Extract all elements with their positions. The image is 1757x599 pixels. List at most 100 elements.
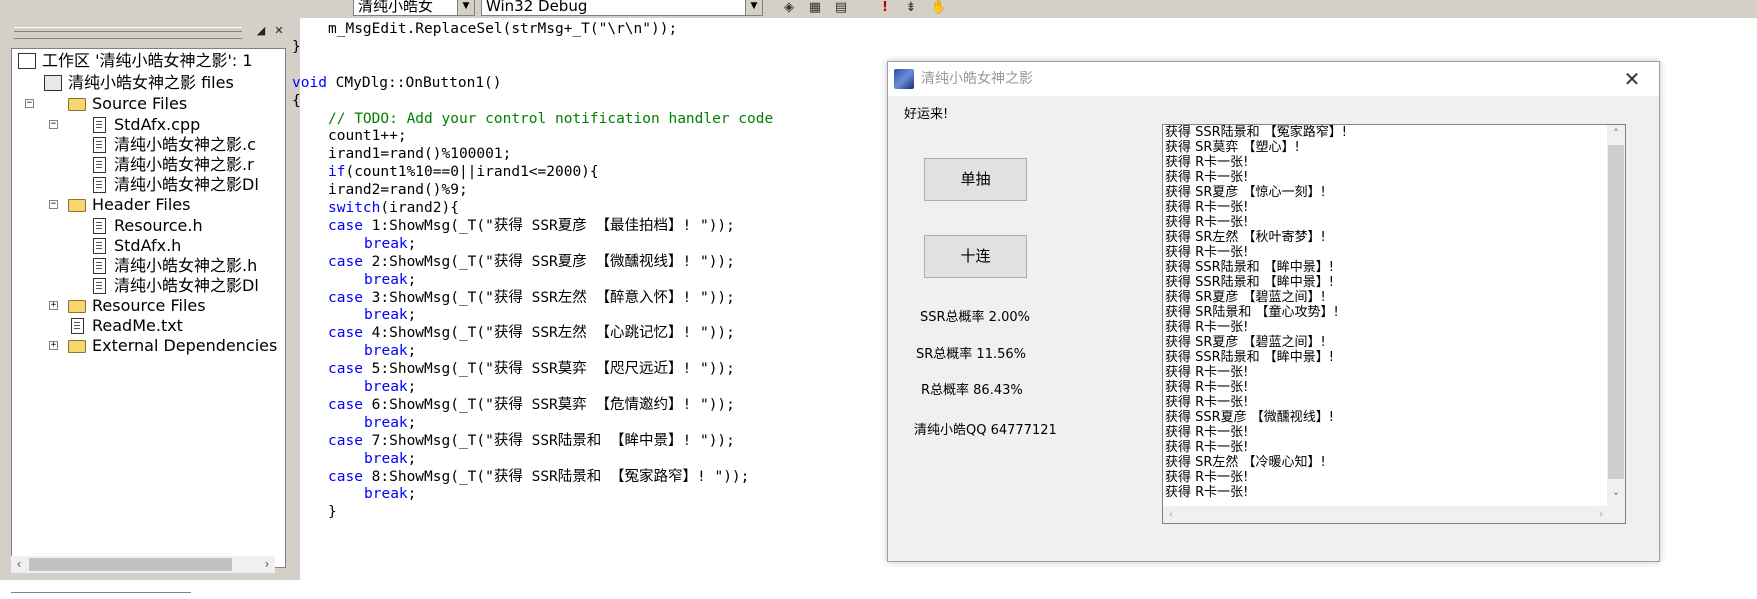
stop-build-icon[interactable]: ▤: [832, 0, 850, 16]
collapse-icon[interactable]: −: [49, 120, 58, 129]
code-text: ;: [407, 271, 417, 288]
file-icon: [93, 117, 106, 133]
close-icon[interactable]: ✕: [272, 24, 286, 38]
code-text: ;: [407, 343, 417, 360]
code-text: ;: [407, 379, 417, 395]
log-vertical-scrollbar[interactable]: ˄ ˅: [1607, 125, 1625, 507]
tree-label: 清纯小皓女神之影Dl: [114, 276, 259, 295]
panel-grip[interactable]: [14, 27, 242, 39]
code-line: case 2:ShowMsg(_T("获得 SSR夏彦 【微醺视线】! "));: [328, 253, 735, 271]
chevron-down-icon[interactable]: ˅: [1607, 489, 1625, 507]
sr-rate-label: SR总概率 11.56%: [916, 347, 1026, 362]
workspace-tabs[interactable]: [11, 592, 191, 599]
log-horizontal-scrollbar[interactable]: ‹ ›: [1163, 506, 1609, 523]
project-combo-value: 清纯小皓女: [358, 0, 434, 15]
code-keyword: break: [364, 307, 408, 324]
code-line: // TODO: Add your control notification h…: [328, 110, 773, 128]
code-keyword: break: [364, 379, 408, 395]
project-combo[interactable]: 清纯小皓女 ▼: [353, 0, 475, 16]
execute-icon[interactable]: !: [876, 0, 894, 16]
file-tree: 工作区 '清纯小皓女神之影': 1 − 清纯小皓女神之影 files − Sou…: [11, 48, 286, 568]
log-line: 获得 R卡一张!: [1165, 485, 1249, 500]
code-text: (count1%10==0||irand1<=2000){: [345, 164, 599, 181]
compile-icon[interactable]: ◈: [780, 0, 798, 16]
code-keyword: if: [328, 164, 346, 181]
code-line: irand1=rand()%100001;: [328, 145, 511, 163]
code-line: break;: [364, 342, 416, 360]
dock-icon[interactable]: ◢: [254, 24, 268, 38]
tree-label: ReadMe.txt: [92, 316, 183, 335]
tree-label: Resource Files: [92, 296, 206, 315]
scrollbar-thumb[interactable]: [29, 558, 232, 571]
chevron-left-icon[interactable]: ‹: [11, 556, 27, 573]
folder-icon: [68, 300, 86, 313]
chevron-right-icon[interactable]: ›: [259, 556, 275, 573]
dialog-titlebar[interactable]: 清纯小皓女神之影 ✕: [888, 62, 1659, 96]
code-keyword: case: [328, 325, 363, 342]
code-line: break;: [364, 378, 416, 396]
log-line: 获得 SR左然 【秋叶寄梦】!: [1165, 230, 1326, 245]
code-line: case 3:ShowMsg(_T("获得 SSR左然 【醉意入怀】! "));: [328, 289, 735, 307]
log-line: 获得 R卡一张!: [1165, 395, 1249, 410]
folder-icon: [68, 98, 86, 111]
build-icon[interactable]: ▦: [806, 0, 824, 16]
code-keyword: case: [328, 396, 363, 413]
code-text: }: [292, 38, 301, 55]
code-keyword: case: [328, 468, 363, 485]
code-keyword: case: [328, 217, 363, 234]
log-line: 获得 SR夏彦 【碧蓝之间】!: [1165, 290, 1326, 305]
tree-label: Source Files: [92, 94, 188, 113]
code-keyword: break: [364, 271, 408, 288]
code-text: {: [292, 92, 301, 109]
file-icon: [93, 278, 106, 294]
chevron-up-icon[interactable]: ˄: [1607, 125, 1625, 143]
panel-grip-line: [14, 31, 242, 32]
code-keyword: break: [364, 486, 408, 503]
tree-label: StdAfx.h: [114, 236, 182, 255]
code-line: break;: [364, 414, 416, 432]
code-line: switch(irand2){: [328, 199, 459, 217]
tree-label: 清纯小皓女神之影.h: [114, 256, 258, 275]
collapse-icon[interactable]: −: [49, 200, 58, 209]
tree-horizontal-scrollbar[interactable]: ‹ ›: [11, 556, 275, 573]
code-line: break;: [364, 235, 416, 253]
code-keyword: case: [328, 253, 363, 270]
log-line: 获得 SSR夏彦 【微醺视线】!: [1165, 410, 1335, 425]
code-text: irand1=rand()%100001;: [328, 146, 512, 163]
log-line: 获得 SR左然 【冷暖心知】!: [1165, 455, 1326, 470]
code-line: case 4:ShowMsg(_T("获得 SSR左然 【心跳记忆】! "));: [328, 324, 735, 342]
qq-label: 清纯小皓QQ 64777121: [914, 423, 1057, 438]
chevron-left-icon[interactable]: ‹: [1163, 506, 1179, 523]
log-line: 获得 R卡一张!: [1165, 425, 1249, 440]
log-line: 获得 SSR陆景和 【眸中景】!: [1165, 275, 1335, 290]
log-line: 获得 SSR陆景和 【冤家路窄】!: [1165, 125, 1348, 140]
collapse-icon[interactable]: −: [25, 99, 34, 108]
file-icon: [93, 157, 106, 173]
ten-draw-button[interactable]: 十连: [924, 235, 1027, 278]
step-icon[interactable]: ⇟: [902, 0, 920, 16]
chevron-down-icon[interactable]: ▼: [745, 0, 762, 15]
gacha-dialog: 清纯小皓女神之影 ✕ 好运来! 单抽 十连 SSR总概率 2.00% SR总概率…: [887, 61, 1660, 562]
file-icon: [93, 258, 106, 274]
file-icon: [93, 218, 106, 234]
chevron-down-icon[interactable]: ▼: [457, 0, 474, 15]
log-line: 获得 R卡一张!: [1165, 170, 1249, 185]
workspace-icon: [18, 53, 36, 69]
code-keyword: switch: [328, 200, 381, 216]
expand-icon[interactable]: +: [49, 301, 58, 310]
scrollbar-thumb[interactable]: [1608, 145, 1624, 479]
expand-icon[interactable]: +: [49, 341, 58, 350]
hand-icon[interactable]: ✋: [930, 0, 948, 16]
log-line: 获得 SR莫弈 【塑心】!: [1165, 140, 1300, 155]
code-comment: // TODO: Add your control notification h…: [328, 110, 774, 127]
result-log[interactable]: 获得 SSR陆景和 【冤家路窄】! 获得 SR莫弈 【塑心】! 获得 R卡一张! 获得…: [1162, 124, 1626, 524]
folder-icon: [68, 199, 86, 212]
log-line: 获得 R卡一张!: [1165, 380, 1249, 395]
single-draw-button[interactable]: 单抽: [924, 158, 1027, 201]
code-text: m_MsgEdit.ReplaceSel(strMsg+_T("\r\n"));: [328, 21, 678, 37]
code-text: ;: [407, 450, 417, 467]
tree-label: 工作区 '清纯小皓女神之影': 1: [42, 51, 253, 70]
scrollbar-corner: [1607, 506, 1625, 523]
close-icon[interactable]: ✕: [1617, 64, 1647, 94]
config-combo[interactable]: Win32 Debug ▼: [481, 0, 763, 16]
